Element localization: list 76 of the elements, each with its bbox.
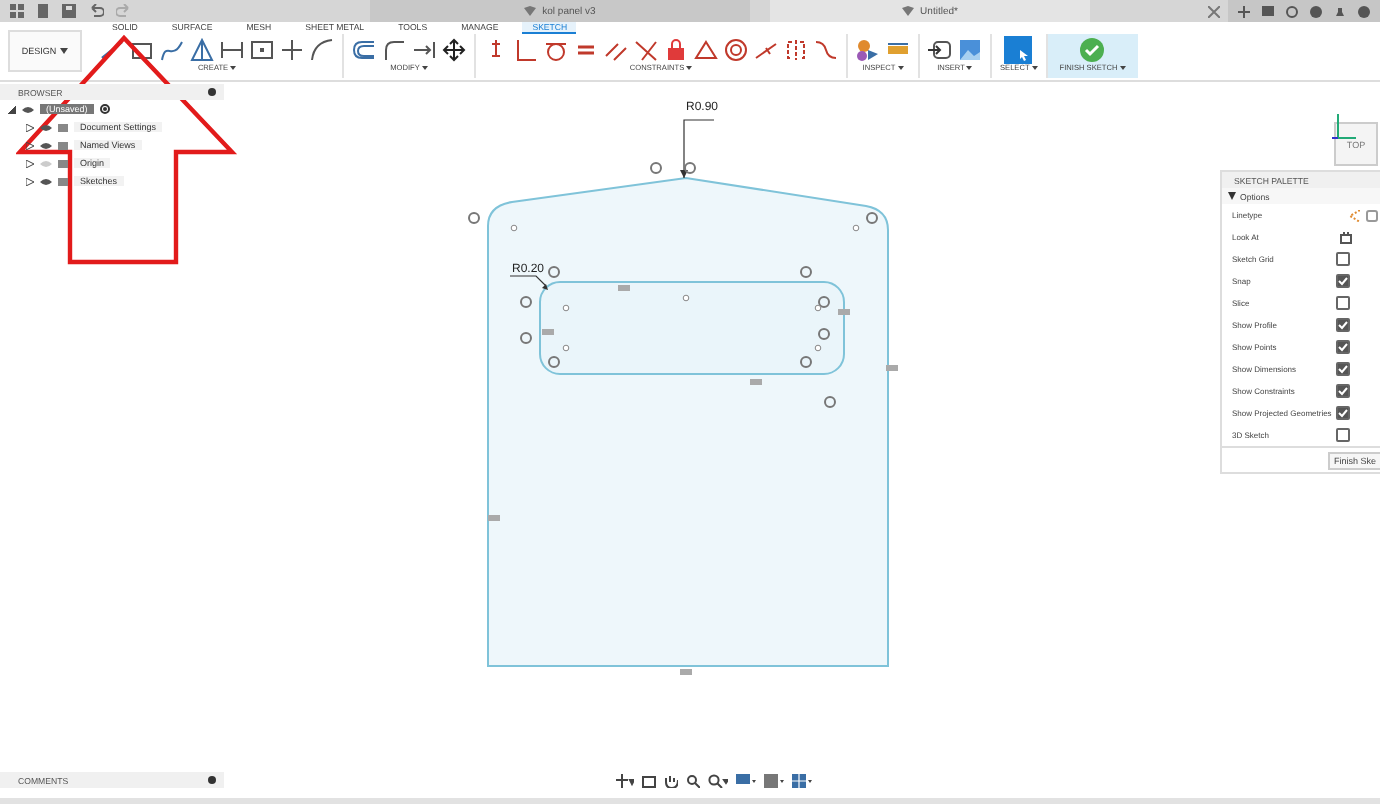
expand-icon[interactable] — [26, 159, 34, 167]
expand-icon[interactable] — [26, 123, 34, 131]
add-comment-icon[interactable] — [208, 776, 216, 784]
search-icon[interactable] — [708, 774, 728, 788]
slot-icon[interactable] — [220, 37, 244, 61]
checkbox[interactable] — [1336, 340, 1350, 354]
triangle-icon[interactable] — [694, 37, 718, 61]
select-icon[interactable] — [1004, 35, 1033, 63]
perpendicular-icon[interactable] — [514, 37, 538, 61]
spline-icon[interactable] — [160, 37, 184, 61]
checkbox[interactable] — [1336, 252, 1350, 266]
checkbox[interactable] — [1336, 406, 1350, 420]
text-box-icon[interactable] — [250, 37, 274, 61]
close-icon[interactable] — [1208, 5, 1220, 17]
visibility-eye-icon[interactable] — [22, 105, 34, 113]
checkbox[interactable] — [1336, 318, 1350, 332]
caret-icon — [1119, 66, 1126, 70]
symmetry-icon[interactable] — [784, 37, 808, 61]
caret-icon — [230, 66, 237, 70]
trim-icon[interactable] — [382, 37, 406, 61]
parallel-icon[interactable] — [604, 37, 628, 61]
axis-indicator-icon — [1332, 112, 1356, 140]
midpoint-icon[interactable] — [754, 37, 778, 61]
visibility-eye-icon[interactable] — [40, 141, 52, 149]
display-icon[interactable] — [736, 774, 756, 788]
expand-icon[interactable] — [26, 177, 34, 185]
triangle-icon[interactable] — [190, 37, 214, 61]
pin-icon[interactable] — [208, 88, 216, 96]
caret-icon — [60, 48, 69, 54]
caret-icon — [421, 66, 428, 70]
checkbox[interactable] — [1336, 384, 1350, 398]
file-icon[interactable] — [36, 4, 50, 18]
radio-icon[interactable] — [99, 104, 110, 114]
visibility-eye-icon[interactable] — [40, 123, 52, 131]
fillet-icon[interactable] — [352, 37, 376, 61]
visibility-eye-icon[interactable] — [40, 177, 52, 185]
viewports-icon[interactable] — [792, 774, 812, 788]
checkbox[interactable] — [1336, 296, 1350, 310]
expand-icon[interactable] — [26, 141, 34, 149]
save-icon[interactable] — [62, 4, 76, 18]
collinear-icon[interactable] — [634, 37, 658, 61]
extend-icon[interactable] — [412, 37, 436, 61]
look-at-icon[interactable] — [642, 774, 656, 788]
document-icon — [524, 6, 537, 16]
tangent-icon[interactable] — [544, 37, 568, 61]
arc-icon[interactable] — [310, 37, 334, 61]
rectangle-icon[interactable] — [130, 37, 154, 61]
orbit-icon[interactable] — [616, 774, 634, 788]
plus-icon[interactable] — [1238, 5, 1250, 17]
inspect-shapes-icon[interactable] — [856, 37, 880, 61]
checkbox[interactable] — [1336, 274, 1350, 288]
caret-icon — [686, 66, 693, 70]
caret-icon — [1031, 66, 1038, 70]
collapse-icon[interactable] — [1228, 192, 1236, 200]
caret-icon — [966, 66, 973, 70]
undo-icon[interactable] — [88, 4, 104, 18]
curvature-icon[interactable] — [814, 37, 838, 61]
collapse-icon[interactable] — [8, 105, 16, 113]
grid-icon[interactable] — [10, 4, 24, 18]
caret-icon — [897, 66, 904, 70]
dimension-leader — [509, 275, 548, 290]
checkbox[interactable] — [1336, 362, 1350, 376]
pan-hand-icon[interactable] — [664, 774, 678, 788]
move-icon[interactable] — [442, 37, 466, 61]
lock-icon[interactable] — [664, 37, 688, 61]
insert-icon[interactable] — [928, 37, 952, 61]
point-icon[interactable] — [280, 37, 304, 61]
dimension-leader — [680, 119, 715, 179]
document-icon — [902, 6, 915, 16]
bell-icon[interactable] — [1334, 5, 1346, 17]
checkbox[interactable] — [1336, 428, 1350, 442]
concentric-icon[interactable] — [724, 37, 748, 61]
look-at-icon[interactable] — [1340, 231, 1352, 243]
checkmark-icon[interactable] — [1080, 37, 1105, 61]
zoom-icon[interactable] — [686, 774, 700, 788]
grid-icon[interactable] — [764, 774, 784, 788]
